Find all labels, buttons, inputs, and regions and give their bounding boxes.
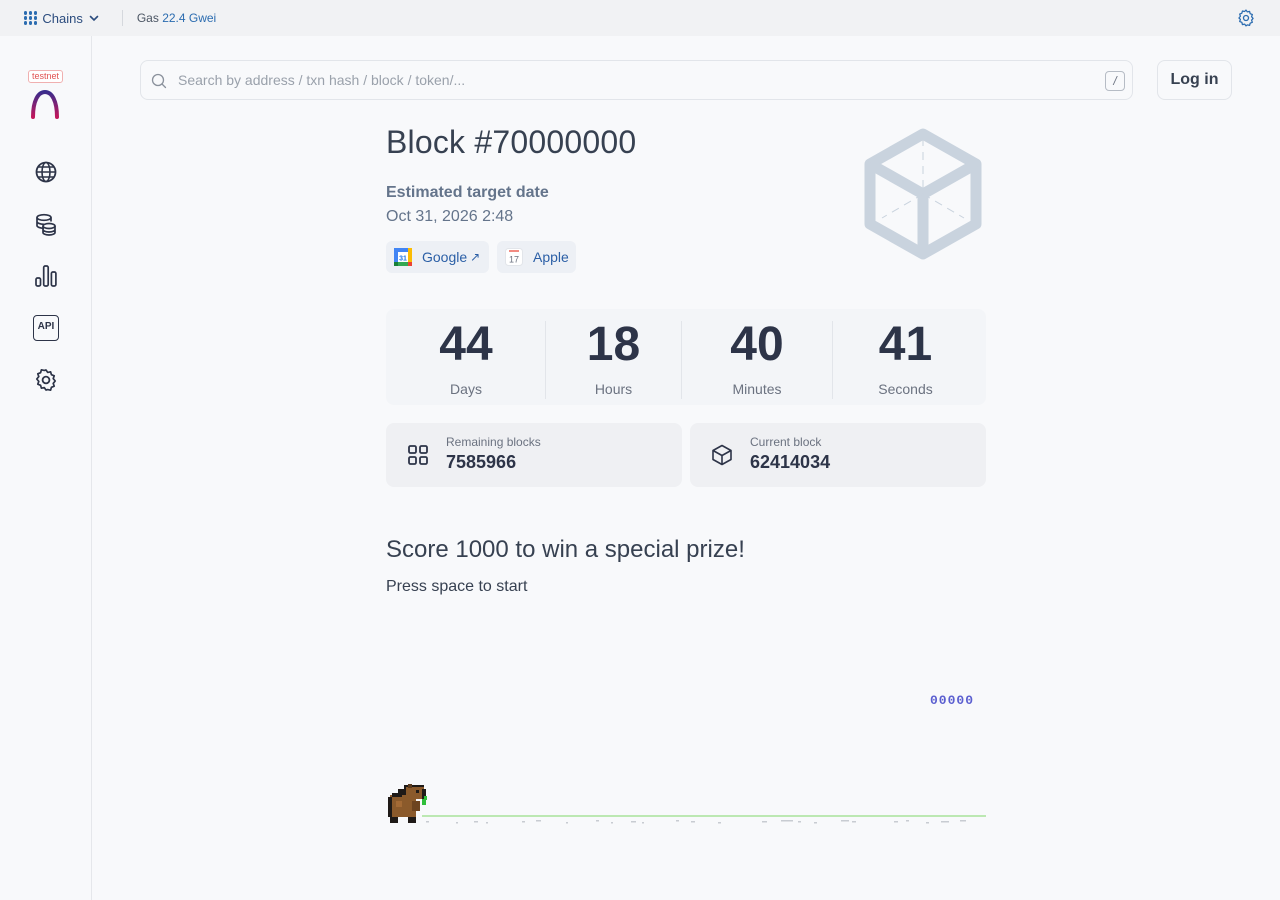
chevron-down-icon	[89, 15, 99, 22]
countdown-hours: 18 Hours	[546, 309, 681, 405]
globe-icon[interactable]	[33, 159, 59, 185]
login-button[interactable]: Log in	[1157, 60, 1232, 100]
countdown-minutes-value: 40	[730, 318, 784, 371]
estimated-date-label: Estimated target date	[386, 184, 549, 201]
remaining-blocks-value: 7585966	[446, 452, 517, 472]
search-input[interactable]	[178, 72, 1078, 88]
api-icon-text: API	[37, 321, 55, 332]
search-icon	[151, 73, 167, 89]
gas-label: Gas	[136, 11, 159, 25]
countdown-days-label: Days	[450, 381, 482, 397]
bar-chart-icon[interactable]	[33, 263, 59, 289]
chains-label: Chains	[42, 10, 83, 26]
sidebar: testnet API	[0, 36, 92, 900]
remaining-blocks-label: Remaining blocks	[446, 435, 541, 449]
countdown-hours-value: 18	[586, 318, 641, 371]
game-instructions: Press space to start	[386, 578, 528, 595]
blocks-grid-icon	[408, 445, 428, 465]
coins-icon[interactable]	[33, 211, 59, 237]
divider	[121, 10, 123, 26]
apple-calendar-day: 17	[509, 255, 519, 265]
top-bar: Chains Gas 22.4 Gwei	[0, 0, 1280, 36]
countdown-seconds-value: 41	[878, 318, 933, 371]
cube-icon	[712, 444, 732, 466]
game-title: Score 1000 to win a special prize!	[386, 536, 745, 563]
network-logo-icon[interactable]	[30, 89, 60, 119]
apple-calendar-button[interactable]: 17 Apple	[497, 241, 576, 273]
countdown-timer: 44 Days 18 Hours 40 Minutes 41 Seconds	[386, 309, 986, 405]
countdown-seconds: 41 Seconds	[833, 309, 978, 405]
block-cube-icon	[864, 128, 982, 260]
settings-gear-icon[interactable]	[1236, 8, 1256, 28]
apple-calendar-label: Apple	[533, 249, 569, 265]
countdown-seconds-label: Seconds	[878, 381, 933, 397]
remaining-blocks-card: Remaining blocks 7585966	[386, 423, 682, 487]
game-score: 00000	[930, 693, 974, 708]
countdown-days: 44 Days	[386, 309, 546, 405]
capybara-player	[388, 784, 427, 823]
gas-price: Gas 22.4 Gwei	[137, 11, 216, 25]
google-calendar-button[interactable]: 31 Google ↗	[386, 241, 489, 273]
google-calendar-label: Google	[422, 249, 468, 265]
apple-calendar-icon: 17	[505, 248, 523, 266]
google-calendar-icon: 31	[394, 248, 412, 266]
current-block-label: Current block	[750, 435, 822, 449]
current-block-card: Current block 62414034	[690, 423, 986, 487]
countdown-days-value: 44	[439, 318, 493, 371]
current-block-value[interactable]: 62414034	[750, 452, 830, 473]
google-calendar-day: 31	[399, 255, 407, 262]
estimated-date-value: Oct 31, 2026 2:48	[386, 208, 514, 225]
gas-value: 22.4 Gwei	[162, 11, 217, 25]
testnet-badge: testnet	[28, 70, 64, 83]
page-title: Block #70000000	[386, 124, 637, 160]
countdown-minutes-label: Minutes	[732, 381, 782, 397]
external-link-icon: ↗	[470, 250, 481, 264]
gear-icon[interactable]	[33, 367, 59, 393]
countdown-minutes: 40 Minutes	[682, 309, 832, 405]
apps-grid-icon	[24, 11, 38, 25]
search-shortcut-key: /	[1105, 71, 1125, 91]
countdown-hours-label: Hours	[594, 381, 633, 397]
runner-game-canvas[interactable]: 00000	[386, 620, 986, 830]
search-bar: /	[140, 60, 1133, 100]
api-icon[interactable]: API	[33, 315, 59, 341]
ground-pebbles	[426, 820, 966, 824]
chains-menu-button[interactable]: Chains	[24, 11, 100, 26]
